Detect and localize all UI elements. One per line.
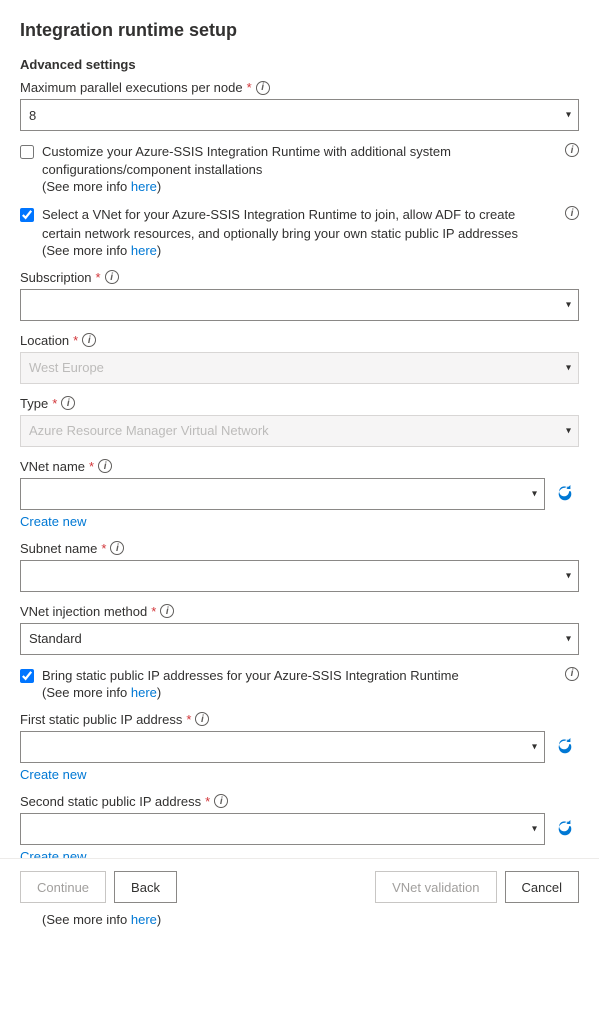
static-ip-label[interactable]: Bring static public IP addresses for you… bbox=[42, 668, 459, 683]
customize-checkbox[interactable] bbox=[20, 145, 34, 159]
static-ip-checkbox-row: Bring static public IP addresses for you… bbox=[20, 667, 579, 700]
customize-checkbox-row: Customize your Azure-SSIS Integration Ru… bbox=[20, 143, 579, 194]
subscription-dropdown-wrapper: ▾ bbox=[20, 289, 579, 321]
static-ip-here-link[interactable]: here bbox=[131, 685, 157, 700]
subscription-info-icon[interactable]: i bbox=[105, 270, 119, 284]
customize-info-icon[interactable]: i bbox=[565, 143, 579, 157]
type-dropdown-wrapper: Azure Resource Manager Virtual Network ▾ bbox=[20, 415, 579, 447]
first-static-ip-dropdown[interactable] bbox=[20, 731, 545, 763]
first-static-ip-refresh-icon bbox=[556, 738, 574, 756]
vnet-validation-button[interactable]: VNet validation bbox=[375, 871, 496, 903]
customize-label[interactable]: Customize your Azure-SSIS Integration Ru… bbox=[42, 144, 451, 177]
first-static-ip-info-icon[interactable]: i bbox=[195, 712, 209, 726]
max-parallel-info-icon[interactable]: i bbox=[256, 81, 270, 95]
vnet-name-group: VNet name * i ▾ Create new bbox=[20, 459, 579, 529]
first-static-ip-label: First static public IP address * i bbox=[20, 712, 579, 727]
location-group: Location * i West Europe ▾ bbox=[20, 333, 579, 384]
max-parallel-label: Maximum parallel executions per node * i bbox=[20, 80, 579, 95]
second-static-ip-required: * bbox=[205, 794, 210, 809]
subnet-name-group: Subnet name * i ▾ bbox=[20, 541, 579, 592]
location-dropdown-wrapper: West Europe ▾ bbox=[20, 352, 579, 384]
customize-here-link[interactable]: here bbox=[131, 179, 157, 194]
second-static-ip-row: ▾ bbox=[20, 813, 579, 845]
subscription-dropdown[interactable] bbox=[20, 289, 579, 321]
section-title-advanced: Advanced settings bbox=[20, 57, 579, 72]
type-info-icon[interactable]: i bbox=[61, 396, 75, 410]
vnet-name-create-new[interactable]: Create new bbox=[20, 514, 86, 529]
vnet-here-link[interactable]: here bbox=[131, 243, 157, 258]
vnet-injection-required: * bbox=[151, 604, 156, 619]
vnet-injection-info-icon[interactable]: i bbox=[160, 604, 174, 618]
type-group: Type * i Azure Resource Manager Virtual … bbox=[20, 396, 579, 447]
static-ip-see-more: (See more info here) bbox=[42, 685, 459, 700]
subnet-name-dropdown-wrapper: ▾ bbox=[20, 560, 579, 592]
subscription-label: Subscription * i bbox=[20, 270, 579, 285]
type-required: * bbox=[52, 396, 57, 411]
type-dropdown[interactable]: Azure Resource Manager Virtual Network bbox=[20, 415, 579, 447]
location-required: * bbox=[73, 333, 78, 348]
cancel-button[interactable]: Cancel bbox=[505, 871, 579, 903]
vnet-checkbox-row: Select a VNet for your Azure-SSIS Integr… bbox=[20, 206, 579, 257]
location-dropdown[interactable]: West Europe bbox=[20, 352, 579, 384]
vnet-name-row: ▾ bbox=[20, 478, 579, 510]
max-parallel-required: * bbox=[247, 80, 252, 95]
subnet-name-label: Subnet name * i bbox=[20, 541, 579, 556]
vnet-join-info-icon[interactable]: i bbox=[565, 206, 579, 220]
second-static-ip-dropdown-container: ▾ bbox=[20, 813, 545, 845]
second-static-ip-dropdown[interactable] bbox=[20, 813, 545, 845]
continue-button[interactable]: Continue bbox=[20, 871, 106, 903]
vnet-injection-dropdown[interactable]: Standard bbox=[20, 623, 579, 655]
second-static-ip-refresh-icon bbox=[556, 820, 574, 838]
vnet-name-info-icon[interactable]: i bbox=[98, 459, 112, 473]
first-static-ip-dropdown-container: ▾ bbox=[20, 731, 545, 763]
vnet-name-dropdown[interactable] bbox=[20, 478, 545, 510]
second-static-ip-label: Second static public IP address * i bbox=[20, 794, 579, 809]
second-static-ip-group: Second static public IP address * i ▾ Cr… bbox=[20, 794, 579, 864]
type-label: Type * i bbox=[20, 396, 579, 411]
vnet-join-label[interactable]: Select a VNet for your Azure-SSIS Integr… bbox=[42, 207, 518, 240]
vnet-see-more: (See more info here) bbox=[42, 243, 557, 258]
customize-checkbox-content: Customize your Azure-SSIS Integration Ru… bbox=[42, 143, 557, 194]
subscription-group: Subscription * i ▾ bbox=[20, 270, 579, 321]
footer: Continue Back VNet validation Cancel bbox=[0, 858, 599, 915]
location-info-icon[interactable]: i bbox=[82, 333, 96, 347]
vnet-injection-group: VNet injection method * i Standard ▾ bbox=[20, 604, 579, 655]
static-ip-checkbox-content: Bring static public IP addresses for you… bbox=[42, 667, 459, 700]
vnet-name-dropdown-container: ▾ bbox=[20, 478, 545, 510]
max-parallel-dropdown[interactable]: 8 bbox=[20, 99, 579, 131]
back-button[interactable]: Back bbox=[114, 871, 177, 903]
customize-see-more: (See more info here) bbox=[42, 179, 557, 194]
subnet-name-required: * bbox=[101, 541, 106, 556]
vnet-join-checkbox[interactable] bbox=[20, 208, 34, 222]
second-static-ip-info-icon[interactable]: i bbox=[214, 794, 228, 808]
vnet-name-required: * bbox=[89, 459, 94, 474]
vnet-name-refresh-icon bbox=[556, 485, 574, 503]
subnet-name-dropdown[interactable] bbox=[20, 560, 579, 592]
vnet-name-refresh-button[interactable] bbox=[551, 478, 579, 510]
vnet-checkbox-content: Select a VNet for your Azure-SSIS Integr… bbox=[42, 206, 557, 257]
first-static-ip-group: First static public IP address * i ▾ Cre… bbox=[20, 712, 579, 782]
subscription-required: * bbox=[96, 270, 101, 285]
max-parallel-dropdown-wrapper: 8 ▾ bbox=[20, 99, 579, 131]
static-ip-info-icon[interactable]: i bbox=[565, 667, 579, 681]
first-static-ip-required: * bbox=[186, 712, 191, 727]
max-parallel-group: Maximum parallel executions per node * i… bbox=[20, 80, 579, 131]
first-static-ip-row: ▾ bbox=[20, 731, 579, 763]
first-static-ip-create-new[interactable]: Create new bbox=[20, 767, 86, 782]
static-ip-checkbox[interactable] bbox=[20, 669, 34, 683]
subnet-name-info-icon[interactable]: i bbox=[110, 541, 124, 555]
second-static-ip-refresh-button[interactable] bbox=[551, 813, 579, 845]
vnet-injection-dropdown-wrapper: Standard ▾ bbox=[20, 623, 579, 655]
vnet-injection-label: VNet injection method * i bbox=[20, 604, 579, 619]
page-title: Integration runtime setup bbox=[20, 20, 579, 41]
first-static-ip-refresh-button[interactable] bbox=[551, 731, 579, 763]
location-label: Location * i bbox=[20, 333, 579, 348]
vnet-name-label: VNet name * i bbox=[20, 459, 579, 474]
